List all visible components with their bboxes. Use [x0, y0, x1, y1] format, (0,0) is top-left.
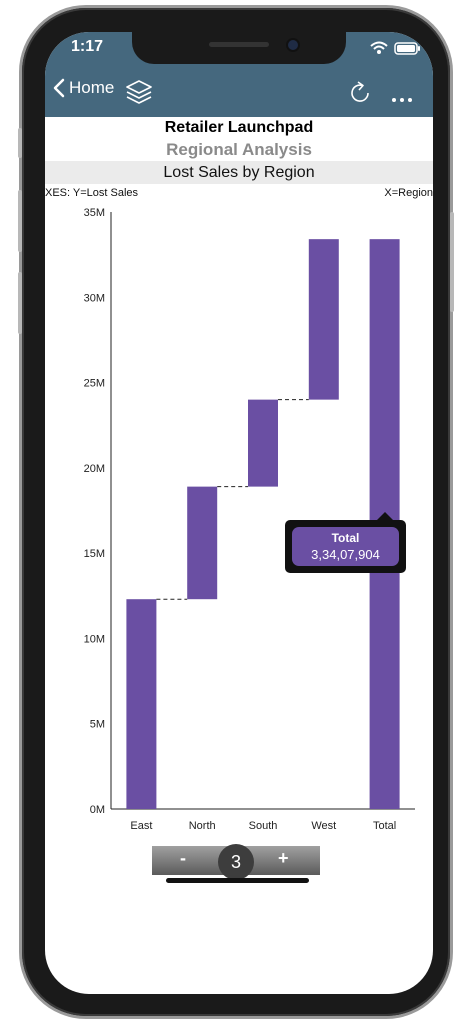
- chevron-left-icon: [53, 78, 65, 98]
- front-camera: [288, 40, 298, 50]
- mute-switch: [18, 128, 22, 158]
- volume-down-button: [18, 272, 22, 334]
- x-tick-label: West: [311, 820, 336, 832]
- y-tick-label: 25M: [84, 378, 105, 390]
- device-notch: [132, 32, 346, 64]
- x-tick-label: North: [189, 820, 216, 832]
- y-tick-label: 5M: [90, 719, 105, 731]
- report-title: Retailer Launchpad: [164, 119, 314, 136]
- bar-north: [187, 486, 218, 600]
- y-tick-label: 15M: [84, 548, 105, 560]
- tooltip-content: Total 3,34,07,904: [292, 527, 399, 566]
- x-tick-label: South: [249, 820, 278, 832]
- report-header: Retailer Launchpad Regional Analysis Los…: [45, 117, 433, 184]
- refresh-icon[interactable]: [347, 80, 373, 111]
- axes-y-label: XES: Y=Lost Sales: [45, 187, 139, 199]
- power-button: [450, 212, 454, 312]
- chart-title: Lost Sales by Region: [45, 161, 433, 184]
- y-tick-label: 30M: [84, 292, 105, 304]
- status-icons: [369, 40, 429, 56]
- previous-page-button[interactable]: -: [180, 848, 186, 869]
- bar-west: [308, 239, 339, 400]
- layers-icon[interactable]: [125, 78, 153, 111]
- axes-x-label: X=Region: [384, 187, 433, 199]
- report-subtitle: Regional Analysis: [166, 140, 312, 159]
- bar-east: [126, 599, 157, 809]
- back-label: Home: [69, 78, 115, 97]
- wifi-icon: [370, 41, 388, 54]
- next-page-button[interactable]: +: [278, 848, 289, 869]
- y-tick-label: 0M: [90, 804, 105, 816]
- x-tick-label: East: [130, 820, 152, 832]
- status-time: 1:17: [71, 38, 104, 55]
- home-indicator: [166, 878, 309, 883]
- speaker-grille: [209, 42, 269, 47]
- chart-tooltip: Total 3,34,07,904: [285, 512, 406, 573]
- tooltip-title: Total: [331, 531, 360, 545]
- battery-icon: [394, 42, 420, 55]
- y-tick-label: 35M: [84, 207, 105, 219]
- page-number: 3: [218, 844, 254, 880]
- bar-south: [248, 399, 278, 487]
- y-tick-label: 10M: [84, 633, 105, 645]
- app-screen: 1:17 Home Retailer Launchpad Regional An…: [45, 32, 433, 994]
- more-options-icon[interactable]: [391, 90, 415, 108]
- y-tick-label: 20M: [84, 463, 105, 475]
- tooltip-value: 3,34,07,904: [311, 547, 380, 562]
- volume-up-button: [18, 190, 22, 252]
- back-button[interactable]: Home: [53, 78, 114, 98]
- x-tick-label: Total: [373, 820, 396, 832]
